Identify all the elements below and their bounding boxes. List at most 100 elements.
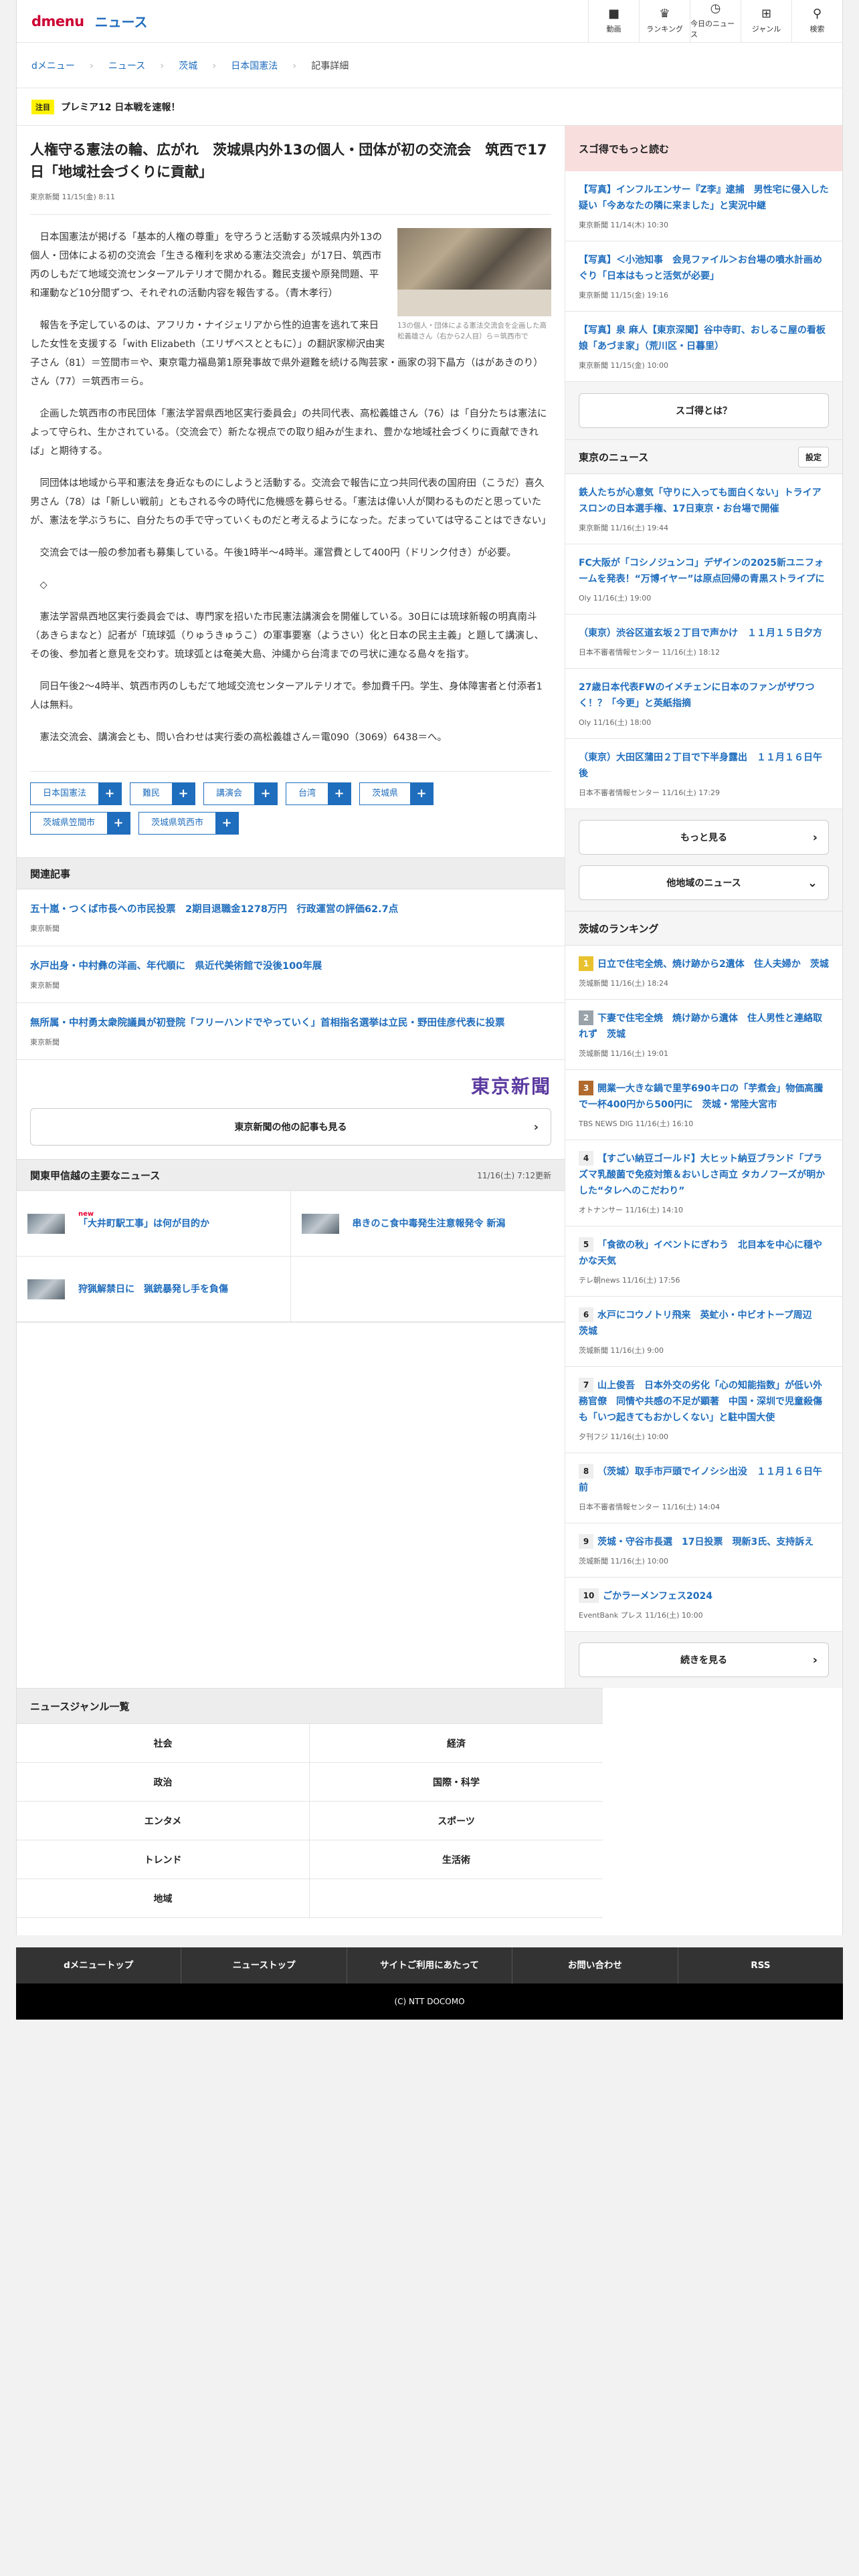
suga-source: 東京新聞 11/14(木) 10:30 (579, 221, 668, 229)
settings-button[interactable]: 設定 (797, 446, 829, 467)
dmenu-logo[interactable]: dmenu (31, 13, 84, 29)
ticker-text[interactable]: プレミア12 日本戦を速報！ (61, 100, 180, 114)
genre-link[interactable]: 国際・科学 (310, 1763, 603, 1802)
breadcrumb: dメニュー › ニュース › 茨城 › 日本国憲法 › 記事詳細 (17, 43, 842, 88)
ranking-title-text: 下妻で住宅全焼 焼け跡から遺体 住人男性と連絡取れず 茨城 (579, 1013, 822, 1040)
tokyo-heading-text: 東京のニュース (579, 451, 649, 463)
ranking-item[interactable]: 7 山上俊吾 日本外交の劣化「心の知能指数」が低い外務官僚 同情や共感の不足が顕著… (565, 1367, 842, 1453)
genre-link[interactable]: スポーツ (310, 1802, 603, 1840)
ranking-title: 10 ごかラーメンフェス2024 (579, 1588, 829, 1604)
thumbnail (27, 1279, 65, 1299)
ranking-title-text: 水戸にコウノトリ飛来 英虻小・中ビオトープ周辺 茨城 (579, 1310, 822, 1337)
tag-button[interactable]: 茨城県筑西市 + (138, 812, 240, 835)
nav-search[interactable]: ⚲ 検索 (791, 0, 842, 43)
tokyo-item[interactable]: 鉄人たちが心意気「守りに入っても面白くない」トライアスロンの日本選手権、17日東… (565, 474, 842, 544)
related-item[interactable]: 五十嵐・つくば市長への市民投票 2期目退職金1278万円 行政運営の評価62.7… (17, 889, 565, 946)
tokyo-source: 日本不審者情報センター 11/16(土) 18:12 (579, 648, 720, 657)
suga-item[interactable]: 【写真】インフルエンサー『Z李』逮捕 男性宅に侵入した疑い「今あなたの隣に来まし… (565, 171, 842, 241)
breadcrumb-current: 記事詳細 (311, 60, 349, 72)
chevron-right-icon: › (89, 59, 94, 72)
tag-label: 茨城県筑西市 (151, 818, 204, 828)
tokyo-item[interactable]: （東京）渋谷区道玄坂２丁目で声かけ １１月１５日夕方 日本不審者情報センター 11… (565, 615, 842, 669)
tag-button[interactable]: 茨城県笠間市 + (30, 812, 131, 835)
footer-link-news-top[interactable]: ニューストップ (181, 1947, 347, 1983)
related-item[interactable]: 水戸出身・中村彝の洋画、年代順に 県近代美術館で没後100年展 東京新聞 (17, 946, 565, 1003)
breadcrumb-dmenu[interactable]: dメニュー (31, 59, 75, 72)
footer-link-dmenu-top[interactable]: dメニュートップ (16, 1947, 182, 1983)
ranking-title: 7 山上俊吾 日本外交の劣化「心の知能指数」が低い外務官僚 同情や共感の不足が顕著… (579, 1378, 829, 1426)
breadcrumb-news[interactable]: ニュース (108, 59, 145, 72)
ranking-item[interactable]: 9 茨城・守谷市長選 17日投票 現新3氏、支持訴え 茨城新聞 11/16(土) 1… (565, 1523, 842, 1578)
tokyo-more-button[interactable]: もっと見る › (579, 820, 829, 855)
tag-button[interactable]: 日本国憲法 + (30, 782, 122, 805)
page: dmenu ニュース ■ 動画 ♛ ランキング ◷ 今日のニュース ⊞ ジャンル ⚲ 検索… (0, 0, 859, 2220)
genre-link[interactable]: 地域 (17, 1879, 310, 1918)
ranking-item[interactable]: 8 （茨城）取手市戸頭でイノシシ出没 １１月１６日午前 日本不審者情報センター 11… (565, 1453, 842, 1523)
ranking-item[interactable]: 1 日立で住宅全焼、焼け跡から2遺体 住人夫婦か 茨城 茨城新聞 11/16(土) … (565, 946, 842, 1000)
footer-link-contact[interactable]: お問い合わせ (512, 1947, 678, 1983)
genre-link[interactable]: 社会 (17, 1724, 310, 1763)
breadcrumb-constitution[interactable]: 日本国憲法 (231, 59, 278, 72)
nav-label: ジャンル (751, 25, 781, 33)
article-paragraph: 交流会では一般の参加者も募集している。午後1時半〜4時半。運営費として400円（… (39, 548, 516, 558)
ranking-source: オトナンサー 11/16(土) 14:10 (579, 1206, 683, 1214)
main-column: 人権守る憲法の輪、広がれ 茨城県内外13の個人・団体が初の交流会 筑西で17日「… (17, 126, 565, 1688)
rank-badge: 10 (579, 1588, 599, 1603)
ticker[interactable]: 注目 プレミア12 日本戦を速報！ (17, 88, 842, 126)
photo-caption: 13の個人・団体による憲法交流会を企画した高松義雄さん（右から2人目）ら＝筑西市… (397, 322, 547, 340)
tag-button[interactable]: 台湾 + (286, 782, 352, 805)
tokyo-item[interactable]: FC大阪が「コシノジュンコ」デザインの2025新ユニフォームを発表！“万博イヤー… (565, 544, 842, 615)
nav-today[interactable]: ◷ 今日のニュース (690, 0, 741, 43)
plus-icon: + (172, 783, 195, 804)
publisher-logo[interactable]: 東京新聞 (471, 1075, 551, 1097)
tag-button[interactable]: 難民 + (130, 782, 196, 805)
ranking-item[interactable]: 5 「食欲の秋」イベントにぎわう 北目本を中心に穏やかな天気 テレ朝news 11/… (565, 1226, 842, 1297)
tag-label: 茨城県 (372, 788, 399, 798)
photo-image[interactable] (397, 228, 551, 316)
related-item[interactable]: 無所属・中村勇太衆院議員が初登院「フリーハンドでやっていく」首相指名選挙は立民・… (17, 1003, 565, 1060)
genre-link[interactable]: 生活術 (310, 1840, 603, 1879)
genre-link[interactable]: エンタメ (17, 1802, 310, 1840)
breadcrumb-ibaraki[interactable]: 茨城 (179, 59, 197, 72)
other-region-label: 他地域のニュース (666, 878, 741, 889)
nav-genre[interactable]: ⊞ ジャンル (741, 0, 791, 43)
search-icon: ⚲ (812, 7, 822, 21)
ranking-item[interactable]: 4 【すごい納豆ゴールド】大ヒット納豆ブランド「プラズマ乳酸菌で免疫対策＆おいしさ… (565, 1140, 842, 1226)
genre-link[interactable]: トレンド (17, 1840, 310, 1879)
tokyo-item[interactable]: 27歳日本代表FWのイメチェンに日本のファンがザワつく！？「今更」と英紙指摘 Ol… (565, 669, 842, 739)
footer-link-rss[interactable]: RSS (678, 1947, 843, 1983)
nav-ranking[interactable]: ♛ ランキング (639, 0, 690, 43)
chevron-right-icon: › (292, 59, 297, 72)
ranking-item[interactable]: 3 開業一大きな鍋で里芋690キロの「芋煮会」物価高騰で一杯400円から500円に… (565, 1070, 842, 1140)
ranking-title-text: 日立で住宅全焼、焼け跡から2遺体 住人夫婦か 茨城 (597, 959, 829, 970)
publisher-more-button[interactable]: 東京新聞の他の記事も見る › (30, 1108, 551, 1146)
genre-link[interactable]: 経済 (310, 1724, 603, 1763)
footer-link-terms[interactable]: サイトご利用にあたって (347, 1947, 513, 1983)
ranking-more-button[interactable]: 続きを見る › (579, 1642, 829, 1677)
tag-button[interactable]: 茨城県 + (359, 782, 434, 805)
other-region-button[interactable]: 他地域のニュース ⌄ (579, 865, 829, 900)
article: 人権守る憲法の輪、広がれ 茨城県内外13の個人・団体が初の交流会 筑西で17日「… (17, 126, 565, 771)
kanto-item[interactable]: new 「大井町駅工事」は何が目的か (17, 1191, 291, 1257)
suga-item[interactable]: 【写真】泉 麻人【東京深聞】谷中寺町、おしるこ屋の看板娘「あづま家」（荒川区・日… (565, 312, 842, 382)
nav-video[interactable]: ■ 動画 (588, 0, 639, 43)
tag-label: 講演会 (216, 788, 243, 798)
ranking-item[interactable]: 2 下妻で住宅全焼 焼け跡から遺体 住人男性と連絡取れず 茨城 茨城新聞 11/16… (565, 1000, 842, 1070)
plus-icon: + (98, 783, 122, 804)
tokyo-item[interactable]: （東京）大田区蒲田２丁目で下半身露出 １１月１６日午後 日本不審者情報センター 1… (565, 739, 842, 809)
ranking-item[interactable]: 6 水戸にコウノトリ飛来 英虻小・中ビオトープ周辺 茨城 茨城新聞 11/16(土)… (565, 1297, 842, 1367)
suga-item[interactable]: 【写真】＜小池知事 会見ファイル＞お台場の噴水計画めぐり「日本はもっと活気が必要… (565, 241, 842, 312)
ranking-title: 6 水戸にコウノトリ飛来 英虻小・中ビオトープ周辺 茨城 (579, 1307, 829, 1339)
rank-badge: 9 (579, 1534, 593, 1549)
tag-button[interactable]: 講演会 + (203, 782, 278, 805)
suga-about-button[interactable]: スゴ得とは？ (579, 393, 829, 428)
kanto-item[interactable]: 狩猟解禁日に 猟銃暴発し手を負傷 (17, 1257, 291, 1322)
news-section-link[interactable]: ニュース (95, 11, 148, 31)
header-nav: ■ 動画 ♛ ランキング ◷ 今日のニュース ⊞ ジャンル ⚲ 検索 (588, 0, 842, 43)
ranking-item[interactable]: 10 ごかラーメンフェス2024 EventBank プレス 11/16(土) 10… (565, 1578, 842, 1632)
plus-icon: + (215, 813, 239, 834)
article-photo[interactable]: 13の個人・団体による憲法交流会を企画した高松義雄さん（右から2人目）ら＝筑西市… (397, 228, 551, 342)
kanto-grid: new 「大井町駅工事」は何が目的か 串きのこ食中毒発生注意報発令 新潟 狩猟解禁… (17, 1191, 565, 1323)
genre-link[interactable]: 政治 (17, 1763, 310, 1802)
kanto-item[interactable]: 串きのこ食中毒発生注意報発令 新潟 (290, 1191, 565, 1257)
